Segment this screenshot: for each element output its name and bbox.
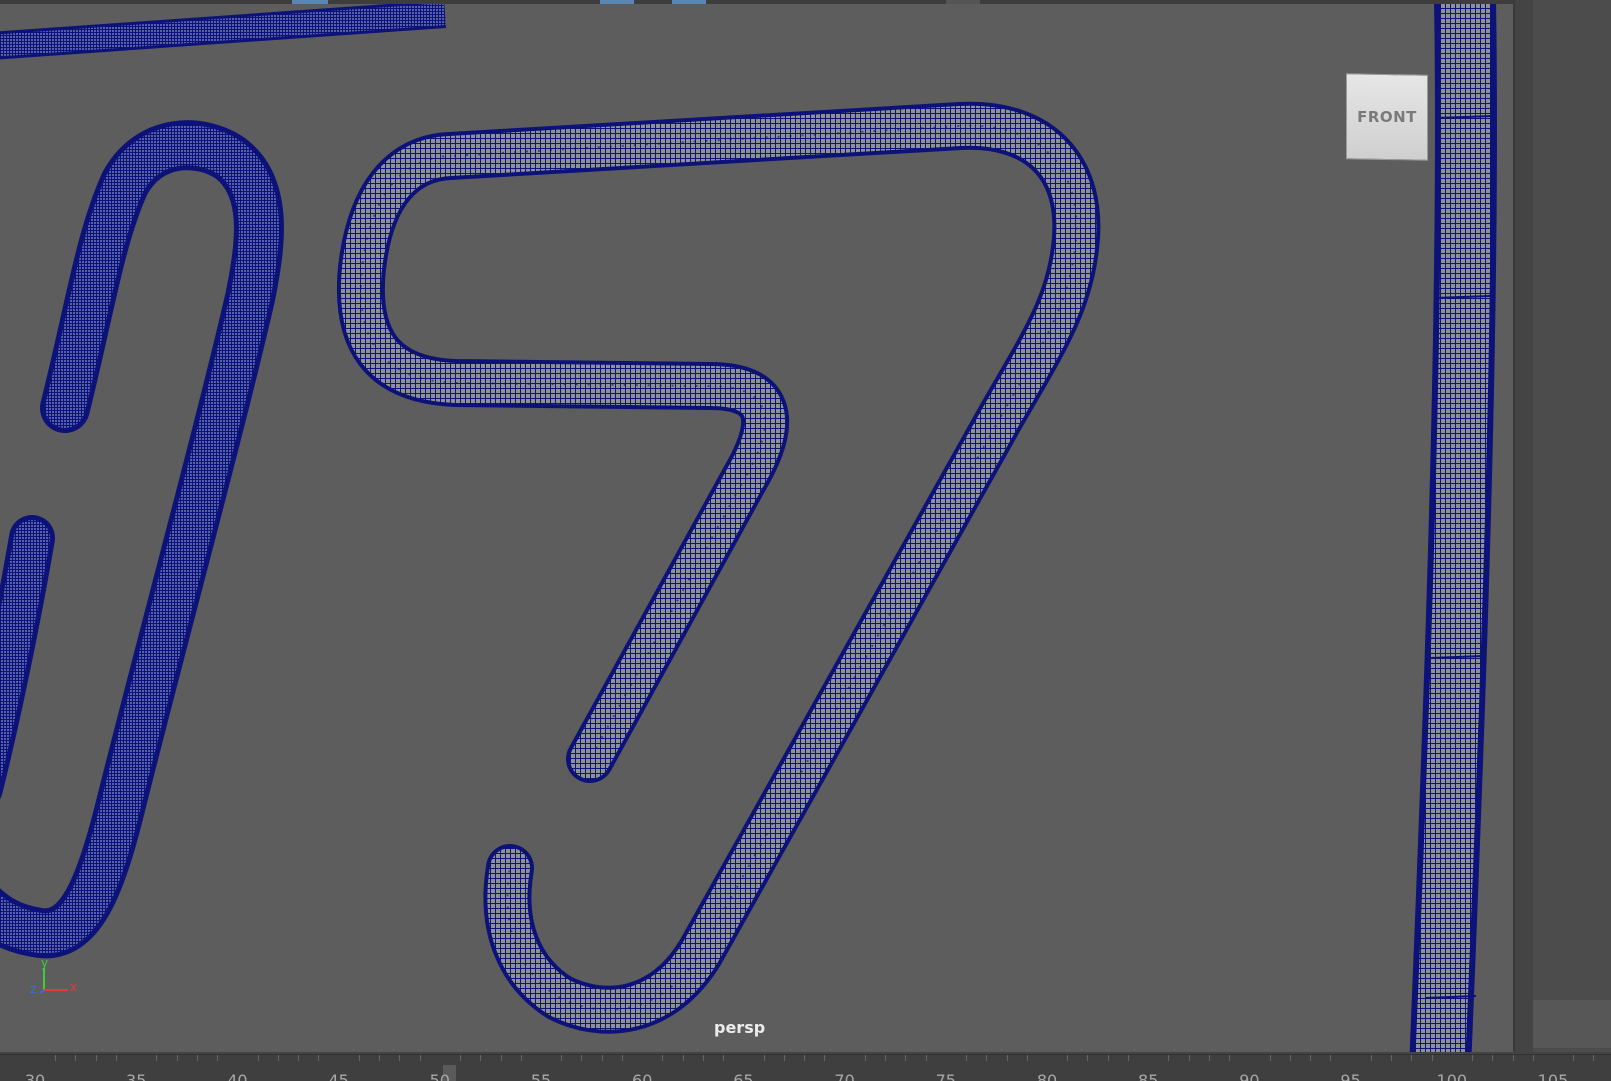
camera-name-label: persp: [714, 1018, 766, 1037]
axis-z-line: [39, 989, 45, 994]
timeline-minor-tick: [702, 1055, 704, 1061]
timeline-minor-tick: [277, 1055, 279, 1061]
timeline-minor-tick: [561, 1055, 563, 1061]
axis-y-label: y: [41, 960, 48, 970]
timeline-minor-tick: [257, 1055, 259, 1061]
timeline-minor-tick: [358, 1055, 360, 1061]
view-cube[interactable]: FRONT: [1346, 72, 1428, 162]
right-side-panel: [1515, 0, 1611, 1080]
timeline-minor-tick: [581, 1055, 583, 1061]
axis-x-label: x: [70, 980, 77, 994]
timeline-minor-tick: [217, 1055, 219, 1061]
timeline-minor-tick: [662, 1055, 664, 1061]
scene-canvas[interactable]: [0, 4, 1513, 1052]
timeline-minor-tick: [156, 1055, 158, 1061]
perspective-viewport[interactable]: FRONT persp y x z: [0, 4, 1515, 1052]
tube-vertical-right[interactable]: [1409, 4, 1497, 1052]
timeline-minor-tick: [95, 1055, 97, 1061]
axis-gizmo: y x z: [28, 956, 88, 1004]
timeline-minor-tick: [1229, 1055, 1231, 1061]
timeline-minor-tick: [1269, 1055, 1271, 1061]
timeline-minor-tick: [115, 1055, 117, 1061]
timeline-minor-tick: [1472, 1055, 1474, 1061]
timeline-minor-tick: [1492, 1055, 1494, 1061]
timeline-minor-tick: [682, 1055, 684, 1061]
timeline-minor-tick: [925, 1055, 927, 1061]
timeline-minor-tick: [1026, 1055, 1028, 1061]
timeline-minor-tick: [1188, 1055, 1190, 1061]
timeline-minor-tick: [1310, 1055, 1312, 1061]
axis-z-label: z: [30, 982, 36, 996]
timeline-minor-tick: [75, 1055, 77, 1061]
timeline-minor-tick: [318, 1055, 320, 1061]
timeline-minor-tick: [1411, 1055, 1413, 1061]
timeline-minor-tick: [1593, 1055, 1595, 1061]
timeline-minor-tick: [986, 1055, 988, 1061]
timeline-minor-tick: [1370, 1055, 1372, 1061]
timeline-minor-tick: [55, 1055, 57, 1061]
timeline-minor-tick: [1067, 1055, 1069, 1061]
timeline-minor-tick: [1391, 1055, 1393, 1061]
timeline-minor-tick: [885, 1055, 887, 1061]
timeline-minor-tick: [520, 1055, 522, 1061]
partial-tube-top[interactable]: [0, 4, 446, 60]
timeline-minor-tick: [723, 1055, 725, 1061]
view-cube-label: FRONT: [1357, 108, 1417, 126]
timeline-minor-tick: [1330, 1055, 1332, 1061]
timeline-minor-tick: [176, 1055, 178, 1061]
timeline-minor-tick: [1087, 1055, 1089, 1061]
timeline-minor-tick: [1208, 1055, 1210, 1061]
tube-seven-shape[interactable]: [336, 101, 1101, 1034]
timeline-minor-tick: [379, 1055, 381, 1061]
timeline-minor-tick: [804, 1055, 806, 1061]
timeline-minor-tick: [783, 1055, 785, 1061]
timeline-minor-tick: [864, 1055, 866, 1061]
timeline-minor-tick: [1431, 1055, 1433, 1061]
timeline-minor-tick: [1573, 1055, 1575, 1061]
timeline-minor-tick: [196, 1055, 198, 1061]
timeline-minor-tick: [1532, 1055, 1534, 1061]
right-panel-body: [1533, 0, 1611, 1052]
timeline-minor-tick: [1512, 1055, 1514, 1061]
timeline-minor-tick: [460, 1055, 462, 1061]
timeline-minor-tick: [298, 1055, 300, 1061]
timeline-minor-tick: [763, 1055, 765, 1061]
timeline-minor-tick: [1127, 1055, 1129, 1061]
timeline-minor-tick: [621, 1055, 623, 1061]
timeline-minor-tick: [1289, 1055, 1291, 1061]
timeline-minor-tick: [500, 1055, 502, 1061]
timeline-minor-tick: [399, 1055, 401, 1061]
timeline-minor-tick: [601, 1055, 603, 1061]
timeline-minor-tick: [1006, 1055, 1008, 1061]
timeline-minor-tick: [905, 1055, 907, 1061]
right-panel-slot[interactable]: [1533, 1000, 1611, 1048]
timeline-minor-tick: [1107, 1055, 1109, 1061]
timeline-minor-tick: [966, 1055, 968, 1061]
tube-curve-left[interactable]: [0, 120, 284, 959]
timeline-minor-tick: [480, 1055, 482, 1061]
timeline-minor-tick: [419, 1055, 421, 1061]
time-slider[interactable]: 30 35 40 45 50 55 60 65 70 75 80 85 90 95 100 105: [0, 1054, 1611, 1081]
timeline-minor-tick: [1168, 1055, 1170, 1061]
timeline-minor-tick: [824, 1055, 826, 1061]
